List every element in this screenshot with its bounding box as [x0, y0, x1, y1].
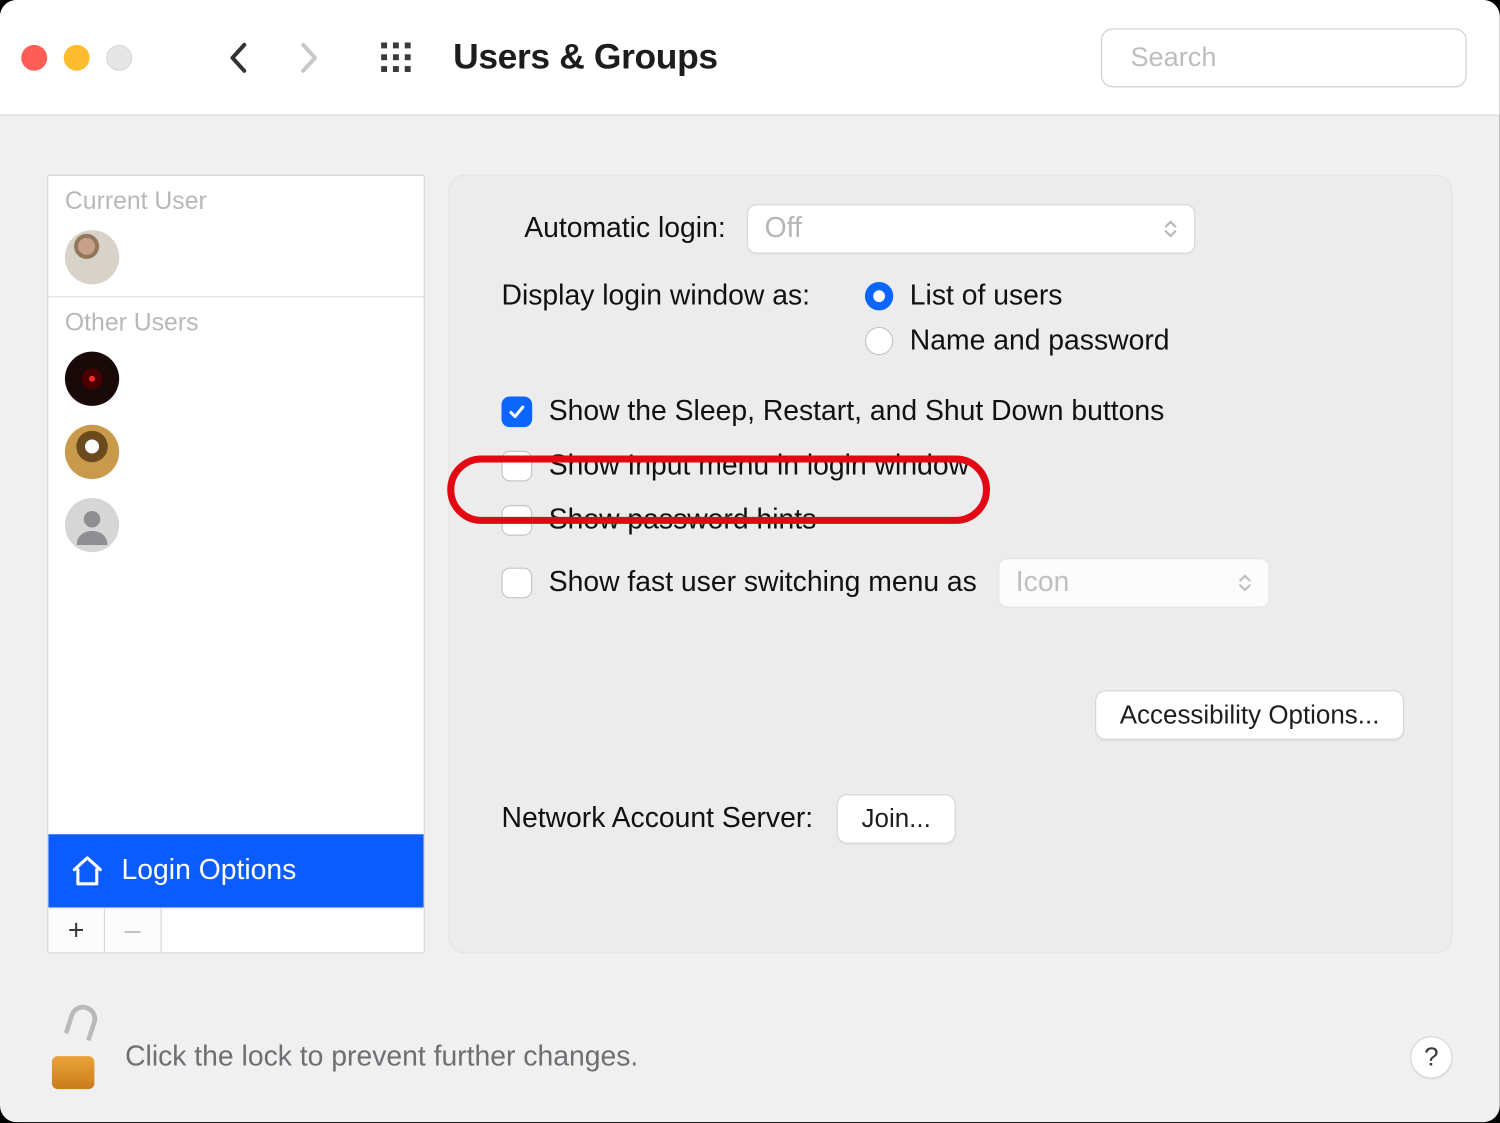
fast-user-switching-dropdown[interactable]: Icon	[998, 558, 1269, 608]
toolbar: Users & Groups	[0, 0, 1500, 116]
current-user-row[interactable]	[48, 223, 423, 296]
login-options-label: Login Options	[122, 854, 297, 887]
show-all-button[interactable]	[373, 34, 420, 81]
search-field[interactable]	[1101, 28, 1467, 87]
window-controls	[21, 44, 132, 70]
prefs-window: Users & Groups Current User Other Users	[0, 0, 1500, 1122]
remove-user-button[interactable]: –	[105, 909, 162, 954]
forward-button[interactable]	[286, 34, 333, 81]
automatic-login-label: Automatic login:	[501, 212, 725, 245]
footer: Click the lock to prevent further change…	[47, 1025, 1452, 1089]
checkbox-label: Show fast user switching menu as	[549, 566, 977, 599]
chevron-left-icon	[228, 41, 249, 74]
login-options-row[interactable]: Login Options	[48, 834, 423, 907]
accessibility-options-button[interactable]: Accessibility Options...	[1095, 690, 1404, 740]
avatar	[65, 230, 119, 284]
stepper-icon	[1163, 219, 1177, 238]
login-options-panel: Automatic login: Off Display login windo…	[448, 175, 1452, 954]
radio-label: Name and password	[910, 325, 1170, 358]
fast-user-value: Icon	[1016, 566, 1070, 599]
page-title: Users & Groups	[453, 37, 718, 77]
lock-hint-text: Click the lock to prevent further change…	[125, 1041, 638, 1074]
chevron-right-icon	[299, 41, 320, 74]
nav-arrows	[215, 34, 333, 81]
zoom-button[interactable]	[106, 44, 132, 70]
help-button[interactable]: ?	[1410, 1036, 1452, 1078]
back-button[interactable]	[215, 34, 262, 81]
chk-fast-user-switching[interactable]: Show fast user switching menu as	[501, 566, 976, 599]
radio-list-of-users[interactable]: List of users	[865, 280, 1170, 313]
display-login-label: Display login window as:	[501, 280, 843, 313]
checkbox-label: Show password hints	[549, 504, 817, 537]
home-icon	[70, 853, 105, 888]
lock-shackle-icon	[64, 1001, 101, 1041]
checkbox-icon	[501, 505, 532, 536]
automatic-login-dropdown[interactable]: Off	[747, 204, 1195, 254]
close-button[interactable]	[21, 44, 47, 70]
checkbox-icon	[501, 568, 532, 599]
lock-button[interactable]	[47, 1025, 99, 1089]
other-user-row[interactable]	[48, 491, 423, 564]
minimize-button[interactable]	[64, 44, 90, 70]
section-current-user: Current User	[48, 176, 423, 223]
lock-body-icon	[52, 1056, 94, 1089]
chk-input-menu[interactable]: Show Input menu in login window	[501, 450, 1404, 483]
add-user-button[interactable]: +	[48, 909, 105, 954]
person-icon	[72, 505, 112, 545]
other-user-row[interactable]	[48, 418, 423, 491]
radio-name-password[interactable]: Name and password	[865, 325, 1170, 358]
body: Current User Other Users	[0, 116, 1500, 1123]
section-other-users: Other Users	[48, 297, 423, 344]
users-sidebar: Current User Other Users	[47, 175, 425, 954]
chk-sleep-restart[interactable]: Show the Sleep, Restart, and Shut Down b…	[501, 395, 1404, 428]
avatar	[65, 498, 119, 552]
radio-label: List of users	[910, 280, 1063, 313]
checkbox-label: Show Input menu in login window	[549, 450, 969, 483]
checkbox-label: Show the Sleep, Restart, and Shut Down b…	[549, 395, 1165, 428]
other-user-row[interactable]	[48, 345, 423, 418]
stepper-icon	[1238, 573, 1252, 592]
automatic-login-value: Off	[765, 212, 802, 245]
checkbox-icon	[501, 396, 532, 427]
chk-password-hints[interactable]: Show password hints	[501, 504, 1404, 537]
checkbox-icon	[501, 451, 532, 482]
join-button[interactable]: Join...	[837, 794, 956, 844]
radio-icon	[865, 327, 893, 355]
network-account-label: Network Account Server:	[501, 802, 813, 835]
avatar	[65, 425, 119, 479]
search-input[interactable]	[1130, 41, 1479, 73]
avatar	[65, 352, 119, 406]
add-remove-toolbar: + –	[48, 907, 423, 952]
radio-icon	[865, 282, 893, 310]
grid-icon	[379, 40, 414, 75]
